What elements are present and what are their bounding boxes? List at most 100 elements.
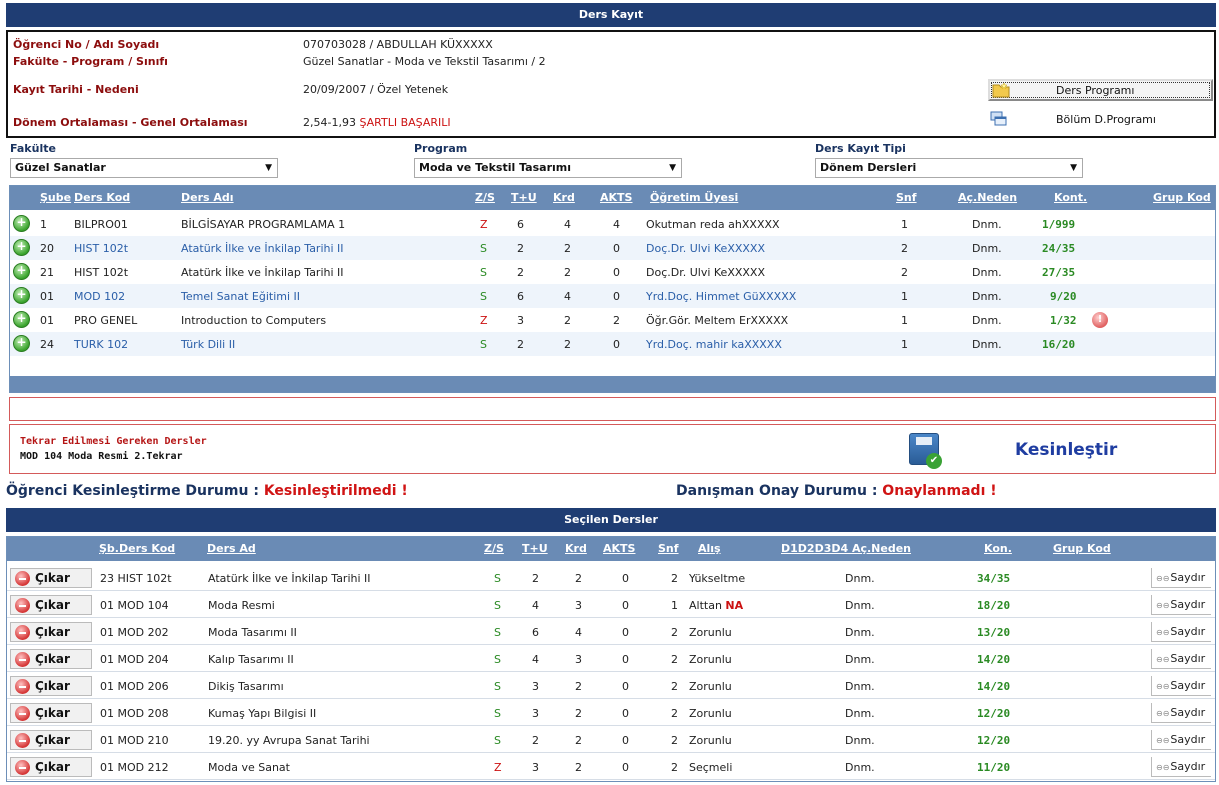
col-header-tu[interactable]: T+U — [511, 191, 537, 204]
info-value: 2,54-1,93 ŞARTLI BAŞARILI — [303, 115, 451, 130]
cell-tu: 2 — [517, 242, 524, 255]
cell-ogretim: Yrd.Doç. mahir kaXXXXX — [646, 338, 782, 351]
col-header-krd[interactable]: Krd — [553, 191, 575, 204]
add-icon[interactable] — [13, 335, 30, 352]
cell-sbkod: 01 MOD 212 — [100, 761, 169, 774]
cell-akts: 0 — [622, 761, 629, 774]
cell-snf: 2 — [671, 626, 678, 639]
info-label: Öğrenci No / Adı Soyadı — [13, 38, 160, 51]
cell-kod: HIST 102t — [74, 242, 129, 255]
cell-zs: S — [494, 734, 501, 747]
faculty-select[interactable]: Güzel Sanatlar ▼ — [10, 158, 278, 178]
remove-button[interactable]: Çıkar — [10, 703, 92, 723]
cell-ad: Atatürk İlke ve İnkilap Tarihi II — [181, 242, 344, 255]
cell-ad: Atatürk İlke ve İnkilap Tarihi II — [208, 572, 371, 585]
count-button[interactable]: ⊖⊖Saydır — [1151, 757, 1211, 777]
cell-kont: 1/32 — [1050, 314, 1077, 327]
remove-button[interactable]: Çıkar — [10, 730, 92, 750]
count-label: Saydır — [1170, 706, 1206, 719]
count-button[interactable]: ⊖⊖Saydır — [1151, 568, 1211, 588]
count-button[interactable]: ⊖⊖Saydır — [1151, 649, 1211, 669]
message-box — [9, 397, 1216, 421]
col-header-ac-neden[interactable]: D1D2D3D4 Aç.Neden — [781, 542, 911, 555]
cell-ogretim: Doç.Dr. Ulvi KeXXXXX — [646, 266, 766, 279]
col-header-kon[interactable]: Kon. — [984, 542, 1012, 555]
department-schedule-button[interactable]: Bölüm D.Programı — [988, 108, 1213, 130]
cell-kon: 18/20 — [977, 599, 1011, 612]
cell-alis: Alttan NA — [689, 599, 743, 612]
remove-button[interactable]: Çıkar — [10, 568, 92, 588]
col-header-grup-kod[interactable]: Grup Kod — [1053, 542, 1111, 555]
program-select[interactable]: Moda ve Tekstil Tasarımı ▼ — [414, 158, 682, 178]
add-icon[interactable] — [13, 239, 30, 256]
cell-neden: Dnm. — [845, 653, 875, 666]
finalize-button[interactable]: Kesinleştir — [905, 431, 1205, 469]
col-header-sb-ders-kod[interactable]: Şb.Ders Kod — [99, 542, 175, 555]
remove-button[interactable]: Çıkar — [10, 676, 92, 696]
cell-sube: 24 — [40, 338, 54, 351]
col-header-snf[interactable]: Snf — [658, 542, 679, 555]
col-header-tu[interactable]: T+U — [522, 542, 548, 555]
col-header-zs[interactable]: Z/S — [484, 542, 504, 555]
course-schedule-button[interactable]: Ders Programı — [988, 79, 1213, 101]
count-label: Saydır — [1170, 598, 1206, 611]
cell-akts: 0 — [613, 242, 620, 255]
table-row: Çıkar 01 MOD 206 Dikiş Tasarımı S 3 2 0 … — [7, 673, 1215, 699]
count-button[interactable]: ⊖⊖Saydır — [1151, 595, 1211, 615]
add-icon[interactable] — [13, 263, 30, 280]
table-row: Çıkar 23 HIST 102t Atatürk İlke ve İnkil… — [7, 565, 1215, 591]
cell-zs: S — [494, 707, 501, 720]
student-status: Öğrenci Kesinleştirme Durumu : Kesinleşt… — [6, 483, 408, 499]
col-header-zs[interactable]: Z/S — [475, 191, 495, 204]
cell-alis: Zorunlu — [689, 626, 732, 639]
alis-tag: NA — [725, 599, 744, 612]
faculty-label: Fakülte — [10, 142, 56, 155]
cell-krd: 3 — [575, 599, 582, 612]
program-selected-value: Moda ve Tekstil Tasarımı — [419, 161, 571, 174]
col-header-sube[interactable]: Şube — [40, 191, 71, 204]
col-header-akts[interactable]: AKTS — [600, 191, 632, 204]
cell-snf: 1 — [901, 338, 908, 351]
count-button[interactable]: ⊖⊖Saydır — [1151, 730, 1211, 750]
cell-alis: Zorunlu — [689, 680, 732, 693]
table-footer — [10, 376, 1215, 392]
col-header-ders-ad[interactable]: Ders Ad — [207, 542, 256, 555]
cell-neden: Dnm. — [845, 572, 875, 585]
warning-icon[interactable]: ! — [1092, 312, 1108, 328]
col-header-ac-neden[interactable]: Aç.Neden — [958, 191, 1017, 204]
remove-button[interactable]: Çıkar — [10, 595, 92, 615]
cell-krd: 2 — [575, 680, 582, 693]
add-icon[interactable] — [13, 215, 30, 232]
table-row: Çıkar 01 MOD 204 Kalıp Tasarımı II S 4 3… — [7, 646, 1215, 672]
cell-krd: 2 — [575, 707, 582, 720]
cell-alis: Zorunlu — [689, 707, 732, 720]
count-button[interactable]: ⊖⊖Saydır — [1151, 622, 1211, 642]
cell-ad: Moda Resmi — [208, 599, 275, 612]
col-header-grup-kod[interactable]: Grup Kod — [1153, 191, 1211, 204]
alis-text: Seçmeli — [689, 761, 733, 774]
cell-neden: Dnm. — [972, 242, 1002, 255]
add-icon[interactable] — [13, 287, 30, 304]
col-header-ders-adi[interactable]: Ders Adı — [181, 191, 234, 204]
count-label: Saydır — [1170, 679, 1206, 692]
add-icon[interactable] — [13, 311, 30, 328]
remove-button[interactable]: Çıkar — [10, 649, 92, 669]
table-row: Çıkar 01 MOD 202 Moda Tasarımı II S 6 4 … — [7, 619, 1215, 645]
remove-button[interactable]: Çıkar — [10, 622, 92, 642]
col-header-krd[interactable]: Krd — [565, 542, 587, 555]
cell-sbkod: 01 MOD 206 — [100, 680, 169, 693]
table-row: Çıkar 01 MOD 104 Moda Resmi S 4 3 0 1 Al… — [7, 592, 1215, 618]
col-header-kont[interactable]: Kont. — [1054, 191, 1087, 204]
remove-button[interactable]: Çıkar — [10, 757, 92, 777]
col-header-ders-kod[interactable]: Ders Kod — [74, 191, 130, 204]
cell-ogretim: Yrd.Doç. Himmet GüXXXXX — [646, 290, 797, 303]
cell-kont: 27/35 — [1042, 266, 1076, 279]
col-header-akts[interactable]: AKTS — [603, 542, 635, 555]
count-button[interactable]: ⊖⊖Saydır — [1151, 676, 1211, 696]
col-header-alis[interactable]: Alış — [698, 542, 721, 555]
col-header-snf[interactable]: Snf — [896, 191, 917, 204]
count-button[interactable]: ⊖⊖Saydır — [1151, 703, 1211, 723]
registration-type-select[interactable]: Dönem Dersleri ▼ — [815, 158, 1083, 178]
col-header-ogretim[interactable]: Öğretim Üyesi — [650, 191, 738, 204]
cell-zs: S — [494, 680, 501, 693]
